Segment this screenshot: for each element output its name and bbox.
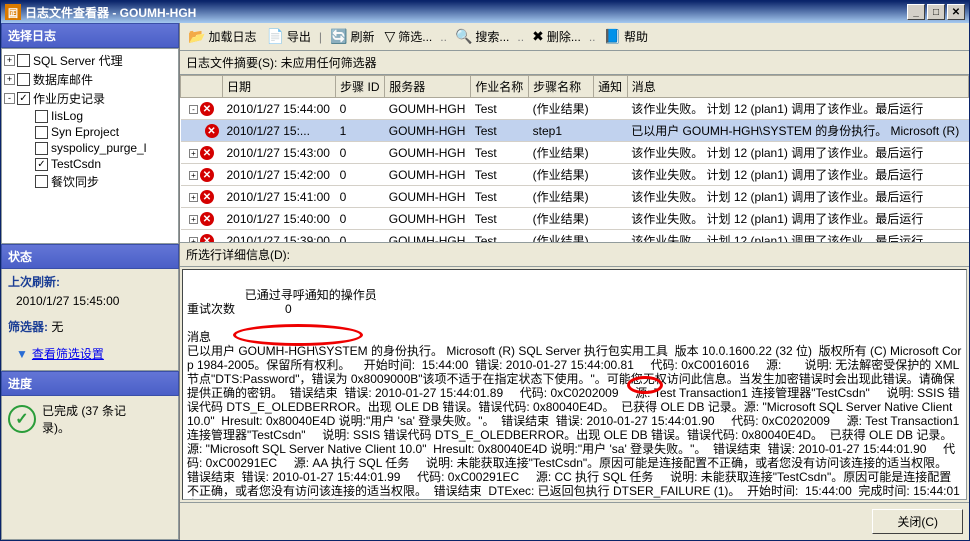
refresh-icon: 🔄 [330,28,347,45]
error-icon: ✕ [200,212,214,226]
delete-icon: ✖ [532,28,544,45]
checkbox[interactable] [17,73,30,86]
row-expand-icon[interactable]: + [189,193,198,202]
done-check-icon: ✓ [8,405,36,433]
error-icon: ✕ [205,124,219,138]
load-log-button[interactable]: 📂加载日志 [184,26,260,47]
checkbox[interactable] [35,126,48,139]
tree-label: 餐饮同步 [51,173,99,190]
table-row[interactable]: +✕2010/1/27 15:39:000GOUMH-HGHTest(作业结果)… [181,230,969,244]
folder-icon: 📂 [188,28,205,45]
table-row[interactable]: -✕2010/1/27 15:44:000GOUMH-HGHTest(作业结果)… [181,98,969,120]
error-icon: ✕ [200,234,214,243]
table-row[interactable]: +✕2010/1/27 15:43:000GOUMH-HGHTest(作业结果)… [181,142,969,164]
app-icon: 囸 [5,4,21,20]
tree-node[interactable]: Syn Eproject [4,124,176,140]
tree-label: SQL Server 代理 [33,52,123,69]
column-header[interactable]: 服务器 [385,76,471,98]
expand-toggle[interactable]: + [4,55,15,66]
tree-node[interactable]: IisLog [4,108,176,124]
column-header[interactable]: 作业名称 [471,76,529,98]
filter-settings-link[interactable]: 查看筛选设置 [32,347,104,361]
checkbox[interactable] [35,175,48,188]
tree-label: syspolicy_purge_l [51,141,146,155]
tree-header: 选择日志 [1,23,179,48]
help-icon: 📘 [604,28,621,45]
checkbox[interactable] [35,110,48,123]
search-button[interactable]: 🔍搜索... [451,26,513,47]
expand-toggle[interactable]: - [4,93,15,104]
tree-label: 作业历史记录 [33,90,105,107]
tree-node[interactable]: + 数据库邮件 [4,70,176,89]
table-row[interactable]: +✕2010/1/27 15:42:000GOUMH-HGHTest(作业结果)… [181,164,969,186]
column-header[interactable]: 日期 [223,76,336,98]
column-header[interactable]: 消息 [627,76,968,98]
expand-toggle[interactable]: + [4,74,15,85]
refresh-button[interactable]: 🔄刷新 [326,26,378,47]
tree-label: TestCsdn [51,157,101,171]
column-header[interactable]: 步骤 ID [336,76,385,98]
row-expand-icon[interactable]: + [189,215,198,224]
row-expand-icon[interactable]: + [189,237,198,243]
error-icon: ✕ [200,146,214,160]
checkbox[interactable]: ✓ [35,158,48,171]
filter-value: 无 [51,320,63,334]
progress-panel: ✓ 已完成 (37 条记录)。 [1,396,179,540]
toolbar: 📂加载日志 📄导出 | 🔄刷新 ▽筛选... .. 🔍搜索... .. ✖删除.… [180,23,969,51]
row-expand-icon[interactable]: + [189,149,198,158]
titlebar: 囸 日志文件查看器 - GOUMH-HGH _ □ ✕ [1,1,969,23]
checkbox[interactable] [17,54,30,67]
minimize-button[interactable]: _ [907,4,925,20]
detail-header: 所选行详细信息(D): [180,243,969,267]
tree-label: IisLog [51,109,83,123]
search-icon: 🔍 [455,28,472,45]
tree-node[interactable]: syspolicy_purge_l [4,140,176,156]
window-title: 日志文件查看器 - GOUMH-HGH [25,4,196,21]
log-grid[interactable]: 日期步骤 ID服务器作业名称步骤名称通知消息-✕2010/1/27 15:44:… [180,75,969,243]
export-button[interactable]: 📄导出 [262,26,314,47]
filter-label: 筛选器: [8,320,48,334]
funnel-icon: ▼ [16,347,28,361]
column-header[interactable]: 通知 [594,76,628,98]
help-button[interactable]: 📘帮助 [600,26,652,47]
detail-textbox[interactable]: 已通过寻呼通知的操作员 重试次数 0 消息 已以用户 GOUMH-HGH\SYS… [182,269,967,500]
filter-button[interactable]: ▽筛选... [380,26,436,47]
progress-text: 已完成 (37 条记录)。 [42,402,152,436]
tree-node[interactable]: ✓TestCsdn [4,156,176,172]
checkbox[interactable] [35,142,48,155]
status-panel: 上次刷新: 2010/1/27 15:45:00 筛选器: 无 ▼ 查看筛选设置 [1,269,179,371]
filter-icon: ▽ [384,28,395,45]
table-row[interactable]: ✕2010/1/27 15:...1GOUMH-HGHTeststep1已以用户… [181,120,969,142]
last-refresh-label: 上次刷新: [8,273,172,290]
last-refresh-value: 2010/1/27 15:45:00 [16,294,172,308]
error-icon: ✕ [200,102,214,116]
tree-node[interactable]: + SQL Server 代理 [4,51,176,70]
tree-label: Syn Eproject [51,125,119,139]
log-tree[interactable]: +SQL Server 代理+数据库邮件-✓作业历史记录IisLogSyn Ep… [1,48,179,244]
row-expand-icon[interactable]: + [189,171,198,180]
table-row[interactable]: +✕2010/1/27 15:40:000GOUMH-HGHTest(作业结果)… [181,208,969,230]
tree-node[interactable]: -✓作业历史记录 [4,89,176,108]
column-header[interactable]: 步骤名称 [529,76,594,98]
status-header: 状态 [1,244,179,269]
progress-header: 进度 [1,371,179,396]
maximize-button[interactable]: □ [927,4,945,20]
close-dialog-button[interactable]: 关闭(C) [872,509,963,534]
error-icon: ✕ [200,190,214,204]
row-expand-icon[interactable]: - [189,105,198,114]
tree-node[interactable]: 餐饮同步 [4,172,176,191]
close-button[interactable]: ✕ [947,4,965,20]
tree-label: 数据库邮件 [33,71,93,88]
delete-button[interactable]: ✖删除... [528,26,585,47]
export-icon: 📄 [266,28,283,45]
error-icon: ✕ [200,168,214,182]
table-row[interactable]: +✕2010/1/27 15:41:000GOUMH-HGHTest(作业结果)… [181,186,969,208]
checkbox[interactable]: ✓ [17,92,30,105]
summary-bar: 日志文件摘要(S): 未应用任何筛选器 [180,51,969,75]
